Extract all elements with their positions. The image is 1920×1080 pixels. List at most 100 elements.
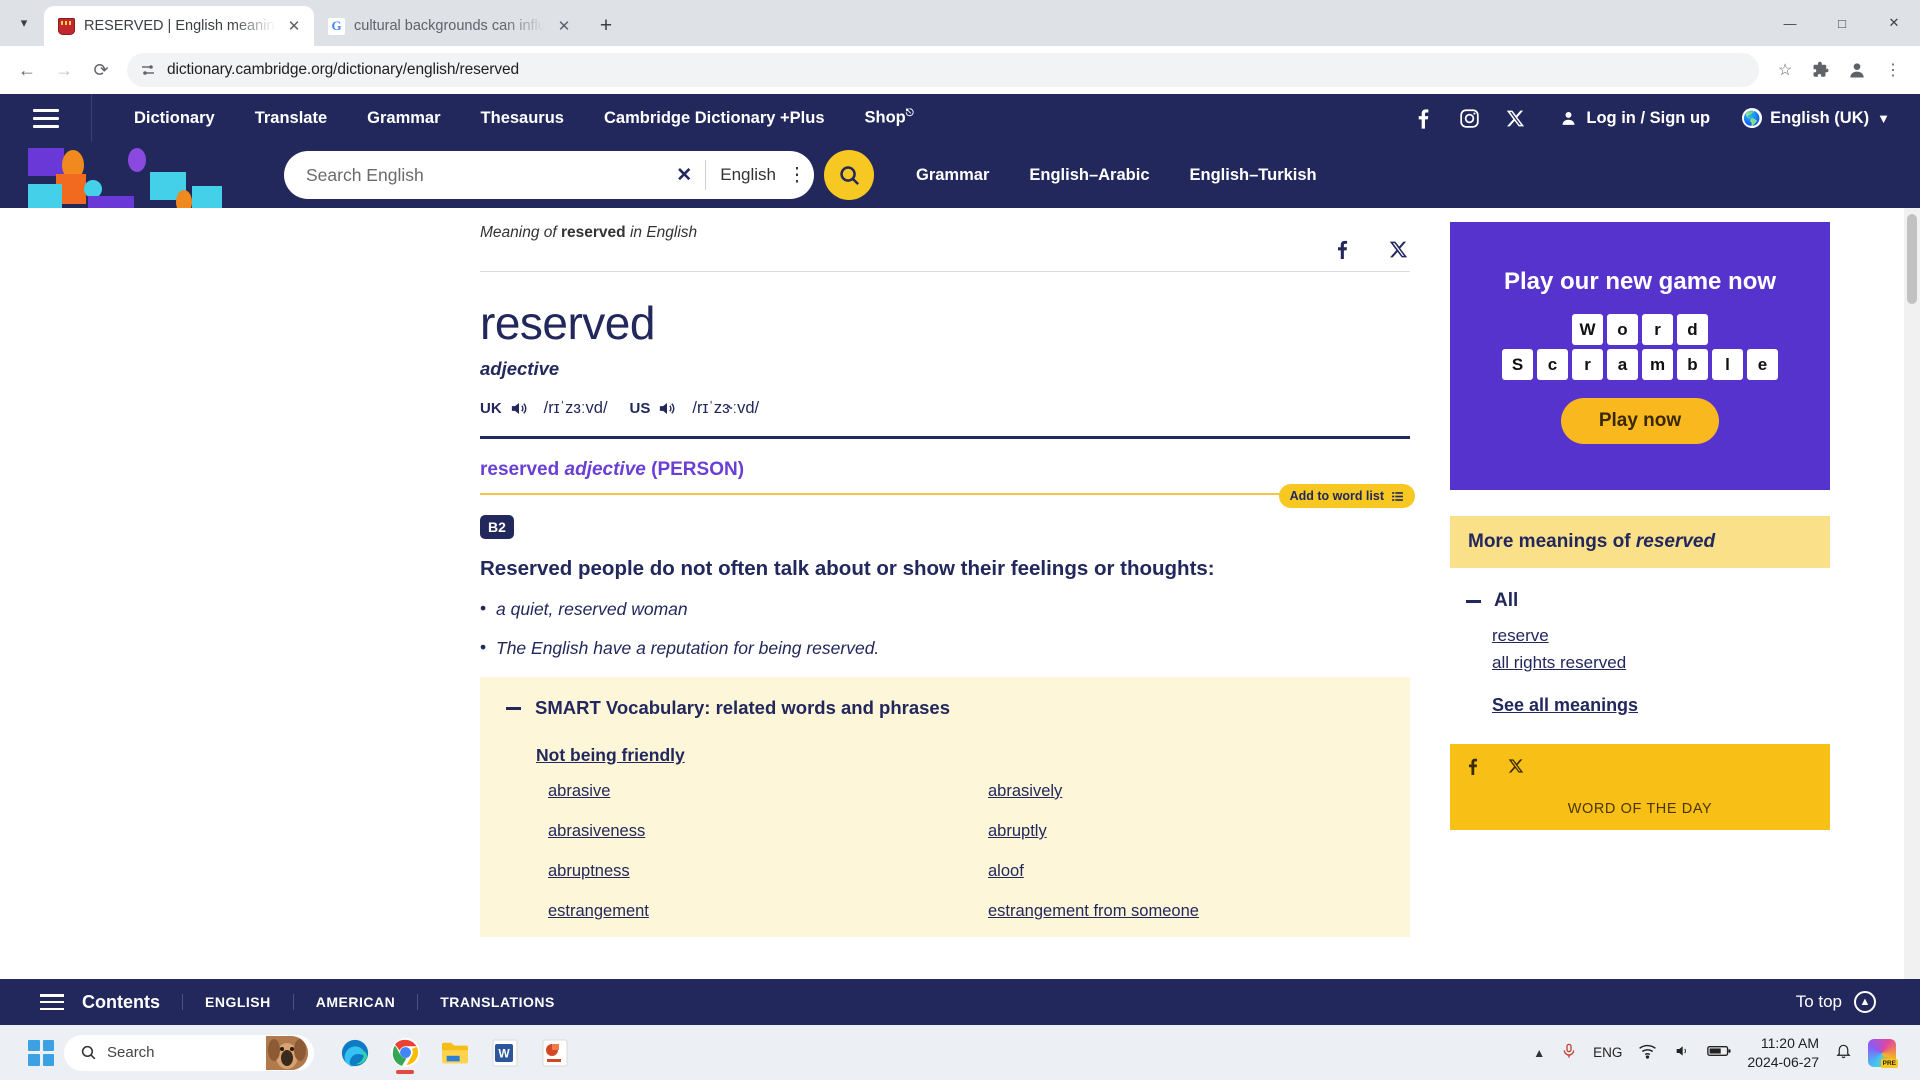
facebook-icon[interactable] bbox=[1400, 94, 1446, 142]
vocab-link[interactable]: aloof bbox=[988, 862, 1384, 881]
vocab-link[interactable]: abruptly bbox=[988, 822, 1384, 841]
volume-icon[interactable] bbox=[1673, 1043, 1691, 1062]
search-row-links: Grammar English–Arabic English–Turkish bbox=[896, 166, 1337, 185]
nav-item-plus[interactable]: Cambridge Dictionary +Plus bbox=[584, 109, 845, 128]
page-content: Meaning of reserved in English reserved … bbox=[0, 208, 1920, 1025]
maximize-icon[interactable]: □ bbox=[1816, 0, 1868, 46]
reload-icon[interactable]: ⟳ bbox=[84, 53, 118, 87]
x-twitter-icon[interactable] bbox=[1492, 94, 1538, 142]
collapse-icon[interactable] bbox=[1466, 599, 1481, 603]
game-promo-banner[interactable]: Play our new game now W o r d S c r a m … bbox=[1450, 222, 1830, 490]
smart-vocabulary-header[interactable]: SMART Vocabulary: related words and phra… bbox=[506, 697, 1384, 719]
powerpoint-icon[interactable] bbox=[533, 1031, 577, 1075]
to-top-button[interactable]: To top ▲ bbox=[1796, 991, 1920, 1013]
link-english-turkish[interactable]: English–Turkish bbox=[1170, 166, 1337, 185]
add-to-word-list-button[interactable]: Add to word list bbox=[1278, 484, 1415, 508]
vocab-link[interactable]: abruptness bbox=[548, 862, 988, 881]
star-icon[interactable]: ☆ bbox=[1768, 53, 1802, 87]
close-icon[interactable]: ✕ bbox=[554, 16, 574, 36]
login-signup-button[interactable]: Log in / Sign up bbox=[1538, 109, 1732, 128]
ipa-us: /rɪˈzɝːvd/ bbox=[692, 398, 760, 417]
address-bar[interactable]: dictionary.cambridge.org/dictionary/engl… bbox=[127, 53, 1759, 87]
facebook-share-icon[interactable] bbox=[1334, 240, 1351, 265]
page-scrollbar[interactable]: ▲ ▼ bbox=[1904, 208, 1920, 1025]
facebook-icon[interactable] bbox=[1466, 758, 1480, 781]
three-dots-icon[interactable]: ⋮ bbox=[1876, 53, 1910, 87]
chevron-up-icon[interactable]: ▲ bbox=[1533, 1046, 1545, 1060]
tab-english[interactable]: ENGLISH bbox=[182, 994, 293, 1010]
bell-icon[interactable] bbox=[1835, 1042, 1852, 1063]
chrome-icon[interactable] bbox=[383, 1031, 427, 1075]
speaker-icon-uk[interactable] bbox=[508, 398, 534, 418]
speaker-icon-us[interactable] bbox=[656, 398, 682, 418]
site-menu-button[interactable] bbox=[0, 94, 92, 142]
to-top-label: To top bbox=[1795, 992, 1842, 1011]
nav-item-dictionary[interactable]: Dictionary bbox=[114, 109, 235, 128]
nav-item-translate[interactable]: Translate bbox=[235, 109, 347, 128]
language-label: English (UK) bbox=[1770, 108, 1870, 127]
vocab-link[interactable]: abrasive bbox=[548, 782, 988, 801]
browser-tab-active[interactable]: RESERVED | English meaning - ✕ bbox=[44, 6, 314, 46]
tab-american[interactable]: AMERICAN bbox=[292, 994, 417, 1010]
wifi-icon[interactable] bbox=[1638, 1044, 1657, 1062]
link-grammar[interactable]: Grammar bbox=[896, 166, 1009, 185]
window-controls: — □ ✕ bbox=[1764, 0, 1920, 46]
search-options-icon[interactable]: ⋮ bbox=[784, 160, 810, 190]
contents-label[interactable]: Contents bbox=[82, 992, 182, 1013]
word-icon[interactable]: W bbox=[483, 1031, 527, 1075]
clear-search-icon[interactable]: ✕ bbox=[669, 160, 699, 190]
vocab-link[interactable]: abrasively bbox=[988, 782, 1384, 801]
tab-search-chevron-icon[interactable]: ▾ bbox=[4, 3, 44, 43]
search-language-label[interactable]: English bbox=[712, 165, 784, 185]
vocab-link[interactable]: abrasiveness bbox=[548, 822, 988, 841]
forward-icon[interactable]: → bbox=[47, 53, 81, 87]
scrollbar-thumb[interactable] bbox=[1907, 214, 1917, 304]
x-twitter-icon[interactable] bbox=[1508, 758, 1524, 781]
search-box[interactable]: ✕ English ⋮ bbox=[284, 151, 814, 199]
vocab-link[interactable]: estrangement from someone bbox=[988, 902, 1384, 921]
new-tab-button[interactable]: + bbox=[591, 11, 621, 41]
taskbar-search[interactable]: Search bbox=[64, 1034, 314, 1071]
tab-title: RESERVED | English meaning - bbox=[84, 18, 275, 34]
close-icon[interactable]: ✕ bbox=[284, 16, 304, 36]
browser-tab-inactive[interactable]: G cultural backgrounds can influe ✕ bbox=[314, 6, 584, 46]
nav-item-thesaurus[interactable]: Thesaurus bbox=[461, 109, 584, 128]
puzzle-icon[interactable] bbox=[1804, 53, 1838, 87]
language-selector[interactable]: 🌎 English (UK) ▼ bbox=[1732, 108, 1890, 128]
window-close-icon[interactable]: ✕ bbox=[1868, 0, 1920, 46]
nav-item-grammar[interactable]: Grammar bbox=[347, 109, 460, 128]
clock[interactable]: 11:20 AM 2024-06-27 bbox=[1747, 1034, 1819, 1072]
search-input[interactable] bbox=[306, 158, 670, 192]
file-explorer-icon[interactable] bbox=[433, 1031, 477, 1075]
nav-item-shop[interactable]: Shop⎋ bbox=[845, 108, 920, 128]
more-meanings-group[interactable]: All bbox=[1466, 590, 1872, 612]
hamburger-icon bbox=[32, 108, 59, 128]
link-english-arabic[interactable]: English–Arabic bbox=[1009, 166, 1169, 185]
dog-widget-icon[interactable] bbox=[266, 1035, 308, 1070]
edge-icon[interactable] bbox=[333, 1031, 377, 1075]
smart-vocabulary-subtitle[interactable]: Not being friendly bbox=[536, 745, 1384, 766]
more-meaning-link[interactable]: reserve bbox=[1492, 626, 1872, 646]
pron-region-us: US bbox=[629, 399, 651, 417]
site-info-icon[interactable] bbox=[139, 61, 157, 79]
more-meaning-link[interactable]: all rights reserved bbox=[1492, 653, 1872, 673]
battery-icon[interactable] bbox=[1707, 1044, 1731, 1061]
hamburger-icon[interactable] bbox=[40, 994, 64, 1010]
collapse-icon[interactable] bbox=[506, 706, 521, 710]
see-all-meanings-link[interactable]: See all meanings bbox=[1492, 695, 1638, 716]
account-icon[interactable] bbox=[1840, 53, 1874, 87]
microphone-icon[interactable] bbox=[1561, 1042, 1577, 1063]
letter-tile: c bbox=[1537, 349, 1568, 380]
instagram-icon[interactable] bbox=[1446, 94, 1492, 142]
search-button[interactable] bbox=[824, 150, 874, 200]
back-icon[interactable]: ← bbox=[10, 53, 44, 87]
language-indicator[interactable]: ENG bbox=[1593, 1045, 1622, 1060]
minimize-icon[interactable]: — bbox=[1764, 0, 1816, 46]
x-share-icon[interactable] bbox=[1389, 240, 1408, 265]
vocab-link[interactable]: estrangement bbox=[548, 902, 988, 921]
chevron-down-icon: ▼ bbox=[1877, 110, 1890, 126]
windows-start-icon[interactable] bbox=[28, 1039, 54, 1066]
copilot-icon[interactable] bbox=[1868, 1038, 1898, 1068]
play-now-button[interactable]: Play now bbox=[1560, 398, 1720, 444]
tab-translations[interactable]: TRANSLATIONS bbox=[417, 994, 577, 1010]
